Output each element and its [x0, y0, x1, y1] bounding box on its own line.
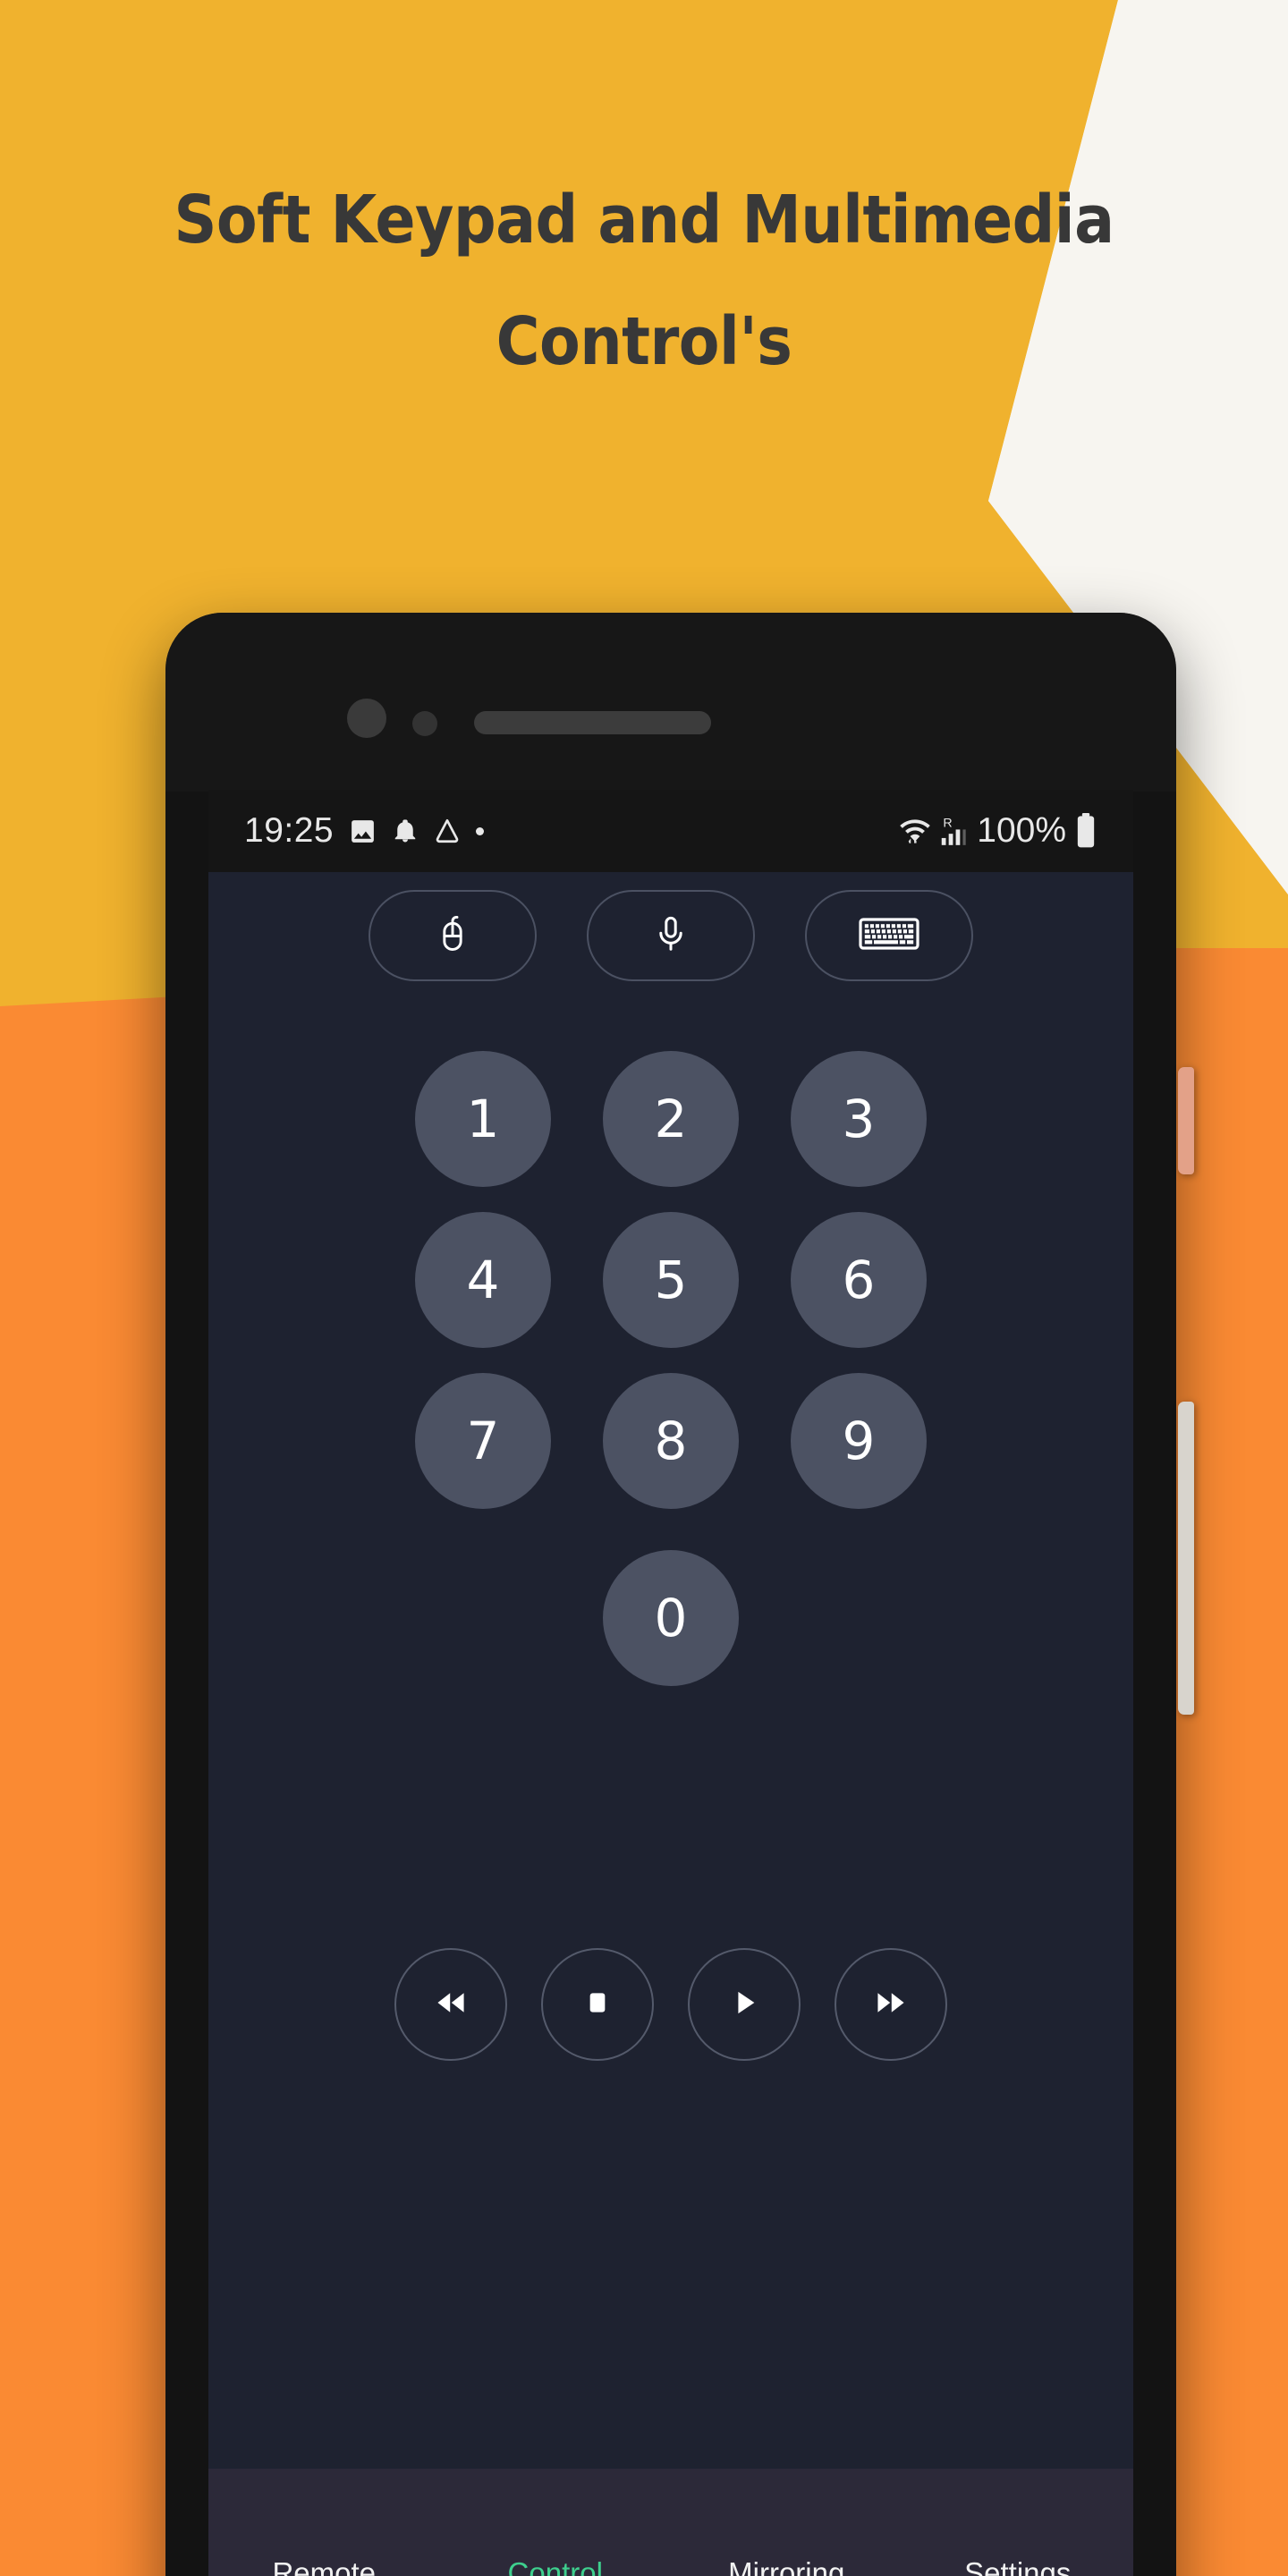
- nav-item-remote[interactable]: Remote: [208, 2556, 440, 2576]
- key-8[interactable]: 8: [603, 1373, 739, 1509]
- key-3[interactable]: 3: [791, 1051, 927, 1187]
- key-2[interactable]: 2: [603, 1051, 739, 1187]
- image-icon: [348, 817, 377, 846]
- phone-top-bezel: [165, 613, 1176, 792]
- keypad: 1 2 3 4 5 6 7 8 9 0: [208, 1051, 1133, 1686]
- key-4[interactable]: 4: [415, 1212, 551, 1348]
- mouse-icon: [430, 911, 475, 961]
- battery-icon: [1074, 813, 1097, 849]
- phone-screen: 19:25 R 100% 1 2 3 4 5 6 7 8 9 0 Remote …: [208, 790, 1133, 2576]
- bottom-navigation: Remote Control Mirroring Settings: [208, 2469, 1133, 2576]
- fast-forward-button[interactable]: [835, 1948, 947, 2061]
- nav-item-mirroring[interactable]: Mirroring: [671, 2556, 902, 2576]
- nav-item-settings[interactable]: Settings: [902, 2556, 1134, 2576]
- key-0[interactable]: 0: [603, 1550, 739, 1686]
- front-camera-icon: [347, 699, 386, 738]
- mouse-button[interactable]: [369, 890, 537, 981]
- volume-rocker[interactable]: [1178, 1402, 1194, 1715]
- power-button[interactable]: [1178, 1067, 1194, 1174]
- keyboard-icon: [859, 912, 919, 960]
- headline-line-1: Soft Keypad and Multimedia: [174, 182, 1114, 258]
- proximity-sensor-icon: [412, 711, 437, 736]
- keypad-row: 0: [603, 1550, 739, 1686]
- wifi-icon: [898, 814, 932, 848]
- stop-icon: [580, 1985, 615, 2025]
- dot-icon: [476, 826, 485, 835]
- bell-icon: [392, 818, 419, 844]
- rewind-icon: [430, 1982, 471, 2028]
- key-5[interactable]: 5: [603, 1212, 739, 1348]
- page-title: Soft Keypad and Multimedia Control's: [0, 159, 1288, 402]
- fast-forward-icon: [870, 1982, 911, 2028]
- key-7[interactable]: 7: [415, 1373, 551, 1509]
- play-icon: [724, 1983, 764, 2027]
- roaming-signal-icon: R: [940, 814, 969, 848]
- keypad-row: 7 8 9: [415, 1373, 927, 1509]
- key-9[interactable]: 9: [791, 1373, 927, 1509]
- top-controls-row: [208, 890, 1133, 981]
- status-time: 19:25: [244, 811, 335, 850]
- svg-text:R: R: [944, 816, 953, 830]
- earpiece-speaker-icon: [474, 711, 711, 734]
- rewind-button[interactable]: [394, 1948, 507, 2061]
- play-button[interactable]: [688, 1948, 801, 2061]
- keypad-row: 4 5 6: [415, 1212, 927, 1348]
- key-6[interactable]: 6: [791, 1212, 927, 1348]
- keyboard-button[interactable]: [805, 890, 973, 981]
- status-bar: 19:25 R 100%: [208, 790, 1133, 872]
- stop-button[interactable]: [541, 1948, 654, 2061]
- keypad-row: 1 2 3: [415, 1051, 927, 1187]
- nav-item-control[interactable]: Control: [440, 2556, 672, 2576]
- key-1[interactable]: 1: [415, 1051, 551, 1187]
- media-controls-row: [208, 1948, 1133, 2061]
- microphone-button[interactable]: [587, 890, 755, 981]
- microphone-icon: [649, 912, 692, 960]
- headline-line-2: Control's: [496, 303, 792, 380]
- phone-mockup: 19:25 R 100% 1 2 3 4 5 6 7 8 9 0 Remote …: [165, 613, 1176, 2576]
- battery-percent: 100%: [977, 811, 1066, 850]
- drive-icon: [433, 817, 462, 845]
